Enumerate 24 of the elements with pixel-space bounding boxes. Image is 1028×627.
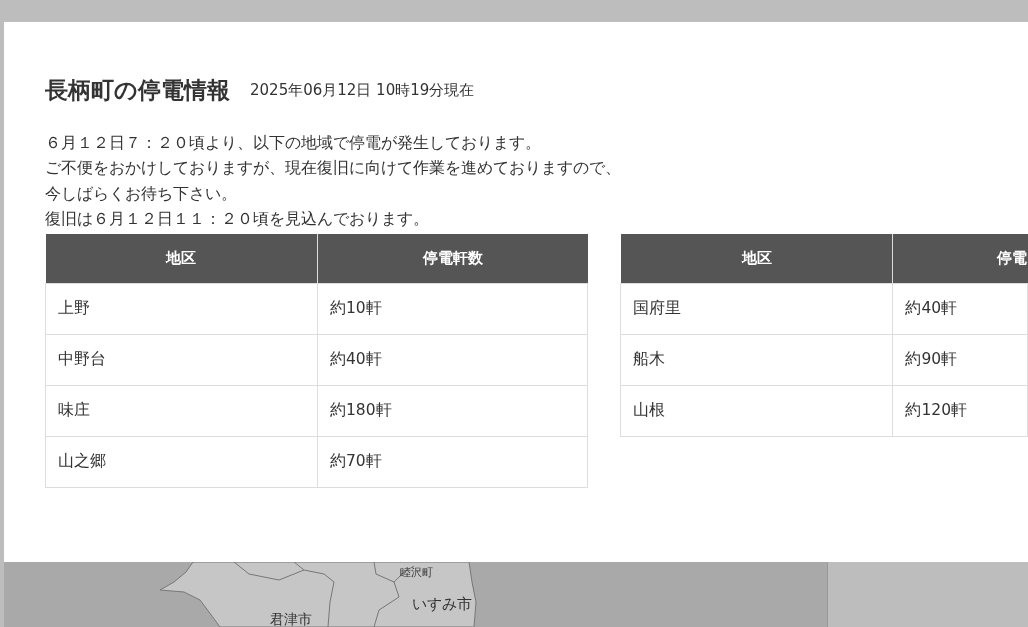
- table-cell: 約90軒: [892, 334, 1028, 386]
- column-header: 地区: [45, 234, 318, 284]
- column-header: 地区: [620, 234, 893, 284]
- table-cell: 約70軒: [317, 436, 588, 488]
- table-cell: 約40軒: [892, 283, 1028, 335]
- notice-text: ６月１２日７：２０頃より、以下の地域で停電が発生しております。 ご不便をおかけしておりますが、現在復旧に向けて作業を進めておりますので、 今しばらくお待ち下さい。 復旧は６月１２日１１：２０頃を見込んでおります。: [45, 132, 621, 230]
- table-cell: 山之郷: [45, 436, 318, 488]
- map-label: いすみ市: [412, 595, 472, 613]
- table-cell: 国府里: [620, 283, 893, 335]
- table-cell: 上野: [45, 283, 318, 335]
- map-label: 君津市: [270, 611, 312, 627]
- map-label: 睦沢町: [400, 566, 433, 579]
- table-cell: 味庄: [45, 385, 318, 437]
- table-cell: 約10軒: [317, 283, 588, 335]
- update-timestamp: 2025年06月12日 10時19分現在: [250, 80, 475, 102]
- table-cell: 船木: [620, 334, 893, 386]
- column-header: 停電: [892, 234, 1028, 284]
- table-cell: 約40軒: [317, 334, 588, 386]
- table-cell: 約180軒: [317, 385, 588, 437]
- table-cell: 約120軒: [892, 385, 1028, 437]
- page-title: 長柄町の停電情報: [45, 76, 230, 105]
- table-cell: 中野台: [45, 334, 318, 386]
- table-cell: 山根: [620, 385, 893, 437]
- column-header: 停電軒数: [317, 234, 588, 284]
